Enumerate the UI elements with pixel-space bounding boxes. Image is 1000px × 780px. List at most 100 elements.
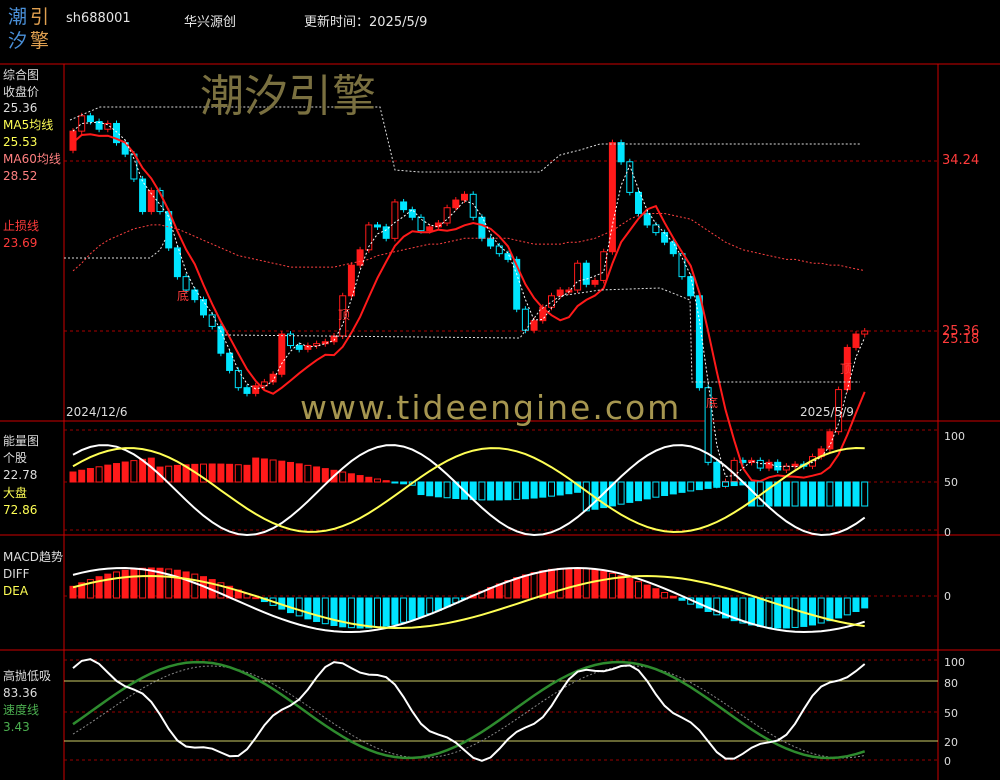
marker-top-1: 顶 bbox=[338, 308, 351, 322]
end-date: 2025/5/9 bbox=[800, 405, 854, 419]
energy-bar bbox=[852, 481, 860, 507]
macd-bar bbox=[252, 597, 260, 600]
energy-bar bbox=[626, 481, 634, 503]
energy-bar bbox=[661, 481, 669, 497]
candle bbox=[452, 199, 460, 209]
close-label: 收盘价 bbox=[3, 85, 40, 99]
watermark-url: www.tideengine.com bbox=[300, 388, 682, 427]
energy-bar bbox=[382, 480, 390, 483]
candle bbox=[400, 201, 408, 211]
energy-stock-label: 个股 bbox=[3, 451, 28, 465]
energy-bar bbox=[504, 481, 512, 501]
energy-bar bbox=[417, 481, 425, 496]
energy-bar bbox=[321, 468, 329, 483]
candle bbox=[530, 320, 538, 331]
energy-bar bbox=[339, 471, 347, 483]
energy-stock-line bbox=[72, 444, 866, 537]
logo-char-4: 擎 bbox=[30, 30, 50, 52]
macd-bar bbox=[652, 588, 660, 599]
macd-bar bbox=[304, 597, 312, 620]
macd-title: MACD趋势 bbox=[3, 550, 63, 564]
macd-bar bbox=[356, 597, 364, 629]
start-date: 2024/12/6 bbox=[66, 405, 128, 419]
update-time: 更新时间：2025/5/9 bbox=[304, 15, 428, 30]
macd-bar bbox=[426, 597, 434, 615]
energy-bar bbox=[69, 471, 77, 483]
candle bbox=[617, 142, 625, 163]
stock-name: 华兴源创 bbox=[184, 15, 237, 30]
energy-bar bbox=[521, 481, 529, 500]
macd-bar bbox=[756, 597, 764, 627]
energy-bar bbox=[722, 481, 729, 487]
energy-bar bbox=[687, 481, 695, 492]
marker-top-2: 顶 bbox=[840, 362, 853, 376]
candle bbox=[687, 276, 695, 297]
energy-bar bbox=[652, 481, 660, 498]
macd-bar bbox=[852, 597, 860, 612]
energy-chart bbox=[69, 444, 869, 537]
candle bbox=[556, 289, 564, 297]
candle bbox=[600, 251, 608, 281]
gp-value: 83.36 bbox=[3, 686, 38, 700]
macd-bar bbox=[643, 584, 651, 599]
candle bbox=[756, 459, 764, 469]
macd-bar bbox=[669, 595, 677, 599]
stop-loss-label: 止损线 bbox=[3, 219, 40, 233]
ma5-label: MA5均线 bbox=[3, 118, 54, 132]
energy-stock-value: 22.78 bbox=[3, 468, 38, 482]
energy-bar bbox=[861, 481, 869, 507]
energy-bar bbox=[643, 481, 651, 500]
energy-bar bbox=[391, 481, 399, 484]
macd-bar bbox=[574, 567, 582, 599]
ma60-label: MA60均线 bbox=[3, 152, 61, 166]
energy-bar bbox=[513, 481, 521, 500]
energy-bar bbox=[347, 473, 355, 483]
energy-bar bbox=[252, 457, 260, 483]
gp-speed-line bbox=[72, 660, 866, 760]
energy-bar bbox=[791, 481, 799, 507]
energy-bar bbox=[774, 481, 782, 507]
candle bbox=[487, 237, 495, 247]
gaopao-dixi-chart bbox=[72, 658, 866, 762]
energy-bar bbox=[635, 481, 642, 502]
gp-axis-100: 100 bbox=[944, 656, 965, 669]
candle bbox=[417, 216, 425, 232]
macd-bar bbox=[608, 572, 616, 599]
energy-bar bbox=[295, 463, 303, 483]
candle bbox=[356, 249, 364, 266]
gp-value-line bbox=[72, 658, 866, 762]
macd-bar bbox=[313, 597, 321, 622]
ma60-value: 28.52 bbox=[3, 169, 38, 183]
candle bbox=[791, 463, 799, 467]
logo-char-1: 潮 bbox=[8, 6, 28, 28]
energy-bar bbox=[374, 478, 381, 483]
macd-bar bbox=[843, 597, 851, 616]
energy-bar bbox=[530, 481, 538, 499]
macd-axis-0: 0 bbox=[944, 590, 951, 603]
candle bbox=[643, 212, 651, 226]
energy-bar bbox=[304, 464, 312, 483]
macd-bar bbox=[791, 597, 799, 628]
candle bbox=[608, 142, 616, 253]
candle bbox=[652, 224, 660, 234]
energy-bar bbox=[165, 465, 173, 483]
macd-bar bbox=[826, 597, 834, 622]
gp-axis-20: 20 bbox=[944, 736, 958, 749]
energy-bar bbox=[539, 481, 547, 498]
energy-bar bbox=[95, 466, 103, 483]
energy-bar bbox=[495, 481, 503, 501]
macd-bar bbox=[635, 581, 642, 599]
candle bbox=[582, 262, 590, 285]
macd-bar bbox=[121, 569, 129, 599]
energy-bar bbox=[130, 460, 138, 483]
macd-bar bbox=[591, 569, 599, 599]
gp-speed-label: 速度线 bbox=[3, 703, 40, 717]
candle bbox=[374, 224, 381, 228]
energy-bar bbox=[269, 459, 277, 483]
gp-axis-50: 50 bbox=[944, 707, 958, 720]
gp-axis-80: 80 bbox=[944, 677, 958, 690]
gp-speed-value: 3.43 bbox=[3, 720, 30, 734]
candle bbox=[278, 333, 286, 375]
energy-bar bbox=[556, 481, 564, 496]
channel-upper bbox=[69, 106, 860, 173]
